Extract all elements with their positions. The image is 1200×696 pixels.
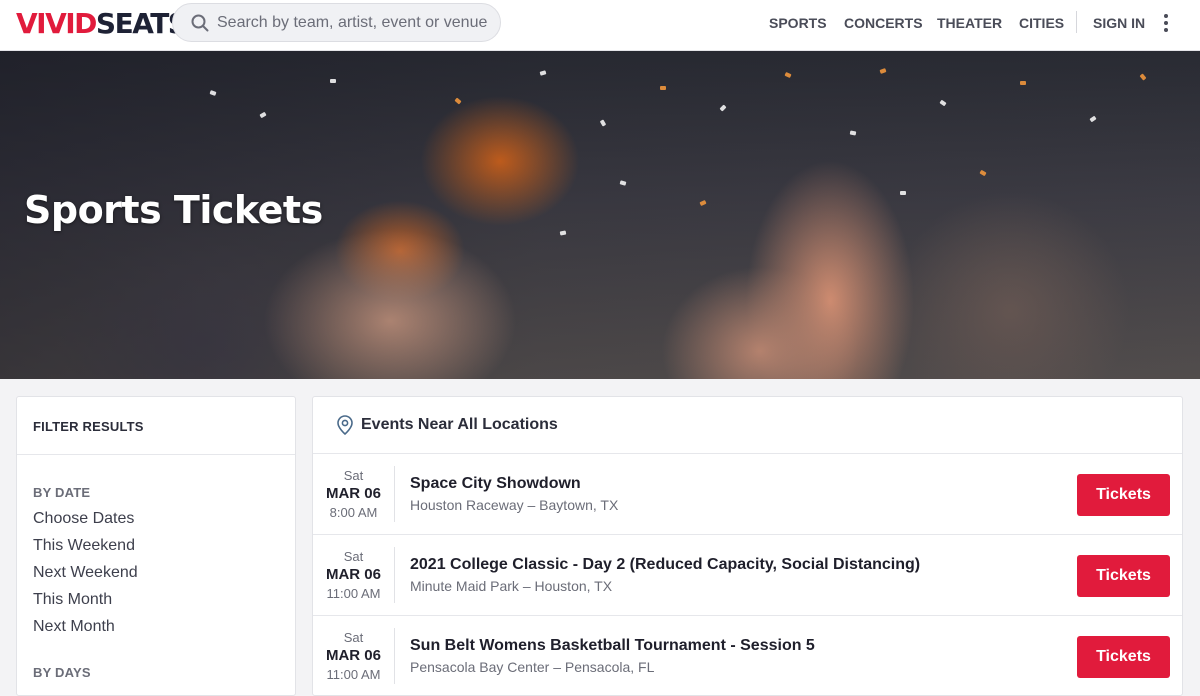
event-name[interactable]: 2021 College Classic - Day 2 (Reduced Ca… (410, 556, 920, 574)
event-time: 11:00 AM (326, 586, 381, 601)
by-days-label: BY DAYS (33, 665, 91, 680)
event-venue: Pensacola Bay Center – Pensacola, FL (410, 659, 655, 675)
event-month-day: MAR 06 (325, 566, 381, 583)
event-date: Sat MAR 06 11:00 AM (313, 630, 394, 683)
location-pin-icon (337, 415, 353, 435)
nav-cities[interactable]: CITIES (1019, 15, 1064, 31)
event-row[interactable]: Sat MAR 06 8:00 AM Space City Showdown H… (313, 454, 1182, 535)
filter-next-month[interactable]: Next Month (33, 618, 115, 636)
hero-banner: Sports Tickets (0, 51, 1200, 379)
filter-this-weekend[interactable]: This Weekend (33, 537, 135, 555)
sign-in-link[interactable]: SIGN IN (1093, 15, 1145, 31)
by-date-label: BY DATE (33, 485, 91, 500)
top-navigation-bar: VIVIDSEATS SPORTS CONCERTS THEATER CITIE… (0, 0, 1200, 51)
event-date: Sat MAR 06 8:00 AM (313, 468, 394, 521)
event-time: 11:00 AM (326, 667, 381, 682)
events-heading: Events Near All Locations (313, 397, 1182, 454)
nav-theater[interactable]: THEATER (937, 15, 1002, 31)
event-day-of-week: Sat (343, 630, 364, 645)
events-panel: Events Near All Locations Sat MAR 06 8:0… (312, 396, 1183, 696)
event-month-day: MAR 06 (325, 485, 381, 502)
events-heading-text: Events Near All Locations (361, 416, 558, 433)
kebab-menu-icon[interactable] (1161, 14, 1171, 32)
vividseats-logo[interactable]: VIVIDSEATS (16, 6, 188, 42)
search-bar[interactable] (172, 3, 501, 42)
search-icon (191, 14, 209, 31)
event-time: 8:00 AM (329, 505, 378, 520)
event-venue: Minute Maid Park – Houston, TX (410, 578, 613, 594)
event-name[interactable]: Space City Showdown (410, 475, 581, 493)
event-venue: Houston Raceway – Baytown, TX (410, 497, 619, 513)
tickets-button[interactable]: Tickets (1077, 555, 1170, 597)
logo-vivid: VIVID (16, 7, 97, 40)
nav-divider (1076, 11, 1077, 33)
filter-next-weekend[interactable]: Next Weekend (33, 564, 138, 582)
event-day-of-week: Sat (343, 549, 364, 564)
page-title: Sports Tickets (24, 188, 323, 232)
event-row[interactable]: Sat MAR 06 11:00 AM Sun Belt Womens Bask… (313, 616, 1182, 695)
event-date: Sat MAR 06 11:00 AM (313, 549, 394, 602)
search-input[interactable] (217, 13, 487, 32)
tickets-button[interactable]: Tickets (1077, 636, 1170, 678)
event-name[interactable]: Sun Belt Womens Basketball Tournament - … (410, 637, 815, 655)
filter-panel: FILTER RESULTS BY DATE Choose Dates This… (16, 396, 296, 696)
filter-results-heading: FILTER RESULTS (17, 397, 295, 455)
filter-this-month[interactable]: This Month (33, 591, 112, 609)
filter-choose-dates[interactable]: Choose Dates (33, 510, 134, 528)
event-month-day: MAR 06 (325, 647, 381, 664)
nav-sports[interactable]: SPORTS (769, 15, 827, 31)
event-day-of-week: Sat (343, 468, 364, 483)
event-row[interactable]: Sat MAR 06 11:00 AM 2021 College Classic… (313, 535, 1182, 616)
nav-concerts[interactable]: CONCERTS (844, 15, 923, 31)
tickets-button[interactable]: Tickets (1077, 474, 1170, 516)
